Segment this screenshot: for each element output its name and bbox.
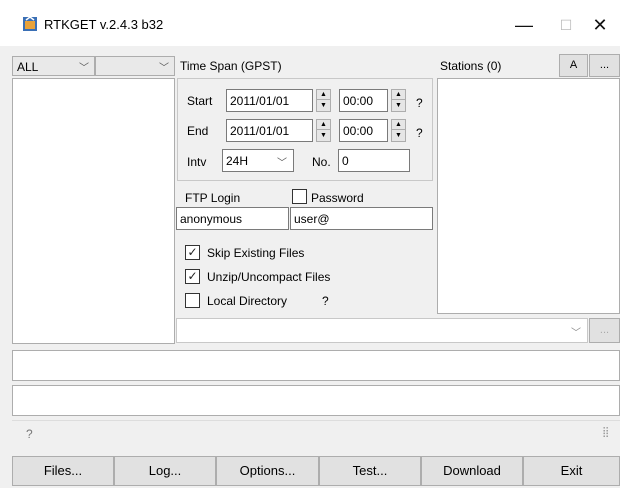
options-button[interactable]: Options... [216, 456, 319, 486]
window-title: RTKGET v.2.4.3 b32 [44, 17, 164, 32]
checkmark-icon: ✓ [187, 269, 198, 283]
minimize-button[interactable]: — [504, 10, 544, 40]
message-bar-1 [12, 350, 620, 381]
directory-combo[interactable]: ﹀ [176, 318, 588, 343]
resize-grip-icon[interactable]: ⣿ [602, 427, 609, 438]
chevron-down-icon: ﹀ [277, 158, 287, 169]
start-time-spinner[interactable]: ▲ ▼ [391, 89, 406, 112]
chevron-down-icon: ﹀ [159, 63, 169, 74]
app-icon [23, 16, 37, 31]
directory-browse-button[interactable]: ... [589, 318, 620, 343]
end-label: End [187, 124, 209, 138]
subtype-combo[interactable]: ﹀ [95, 56, 175, 76]
local-directory-label: Local Directory [207, 294, 288, 308]
type-combo-value: ALL [17, 60, 39, 74]
exit-button[interactable]: Exit [523, 456, 620, 486]
chevron-down-icon: ﹀ [79, 63, 89, 74]
spin-up-icon[interactable]: ▲ [317, 120, 330, 130]
start-label: Start [187, 94, 213, 108]
chevron-down-icon: ﹀ [571, 328, 581, 339]
start-date-spinner[interactable]: ▲ ▼ [316, 89, 331, 112]
message-bar-2 [12, 385, 620, 416]
time-span-label: Time Span (GPST) [180, 59, 282, 73]
files-button[interactable]: Files... [12, 456, 114, 486]
number-label: No. [312, 155, 331, 169]
skip-existing-label: Skip Existing Files [207, 246, 305, 260]
end-time-spinner[interactable]: ▲ ▼ [391, 119, 406, 142]
password-checkbox[interactable] [292, 189, 307, 204]
start-date-field[interactable]: 2011/01/01 [226, 89, 313, 112]
password-label: Password [311, 191, 364, 205]
spin-up-icon[interactable]: ▲ [392, 90, 405, 100]
spin-up-icon[interactable]: ▲ [317, 90, 330, 100]
end-date-field[interactable]: 2011/01/01 [226, 119, 313, 142]
spin-down-icon[interactable]: ▼ [317, 131, 330, 141]
skip-existing-checkbox[interactable]: ✓ [185, 245, 200, 260]
stations-list[interactable] [437, 78, 620, 314]
spin-down-icon[interactable]: ▼ [392, 101, 405, 111]
local-directory-checkbox[interactable] [185, 293, 200, 308]
checkmark-icon: ✓ [187, 245, 198, 259]
log-button[interactable]: Log... [114, 456, 216, 486]
unzip-checkbox[interactable]: ✓ [185, 269, 200, 284]
stations-a-button[interactable]: A [559, 54, 588, 77]
number-field[interactable]: 0 [338, 149, 410, 172]
unzip-label: Unzip/Uncompact Files [207, 270, 331, 284]
data-type-list[interactable] [12, 78, 175, 344]
end-date-spinner[interactable]: ▲ ▼ [316, 119, 331, 142]
status-bar [12, 420, 620, 446]
end-time-field[interactable]: 00:00 [339, 119, 388, 142]
ftp-password-field[interactable]: user@ [290, 207, 433, 230]
start-time-field[interactable]: 00:00 [339, 89, 388, 112]
type-combo[interactable]: ALL ﹀ [12, 56, 95, 76]
ftp-login-field[interactable]: anonymous [176, 207, 289, 230]
start-help[interactable]: ? [416, 96, 423, 110]
close-button[interactable]: ✕ [580, 10, 620, 40]
interval-value: 24H [226, 154, 249, 168]
stations-label: Stations (0) [440, 59, 502, 73]
interval-label: Intv [187, 155, 207, 169]
test-button[interactable]: Test... [319, 456, 421, 486]
spin-up-icon[interactable]: ▲ [392, 120, 405, 130]
status-message: ? [26, 427, 33, 441]
spin-down-icon[interactable]: ▼ [392, 131, 405, 141]
ftp-login-label: FTP Login [185, 191, 241, 205]
local-directory-help[interactable]: ? [322, 294, 329, 308]
download-button[interactable]: Download [421, 456, 523, 486]
interval-combo[interactable]: 24H ﹀ [222, 149, 294, 172]
end-help[interactable]: ? [416, 126, 423, 140]
spin-down-icon[interactable]: ▼ [317, 101, 330, 111]
stations-more-button[interactable]: ... [589, 54, 620, 77]
